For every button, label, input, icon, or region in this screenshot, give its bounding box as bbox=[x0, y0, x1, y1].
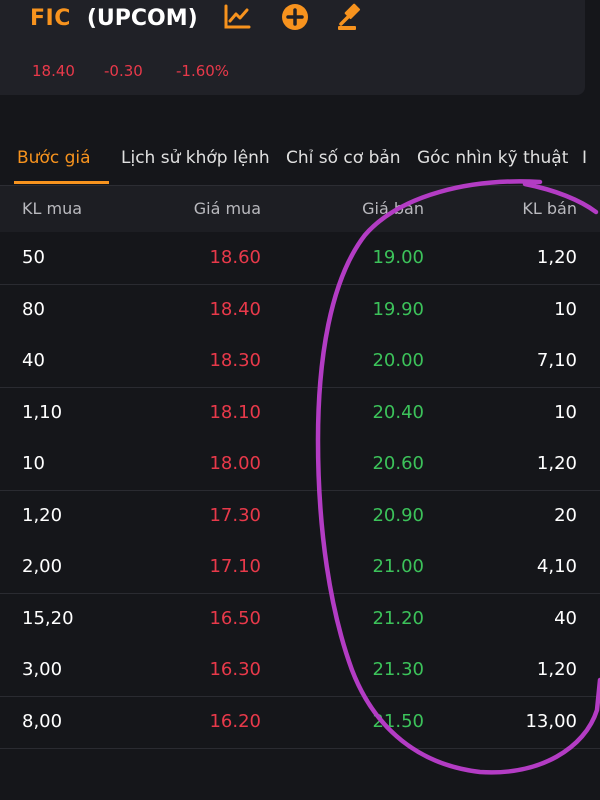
buy-volume: 2,00 bbox=[22, 556, 63, 577]
table-row[interactable]: 80 18.40 19.90 10 bbox=[0, 285, 600, 337]
buy-volume: 1,10 bbox=[22, 402, 63, 423]
sell-price: 20.60 bbox=[372, 453, 424, 474]
tab-lich-su-khop-lenh[interactable]: Lịch sử khớp lệnh bbox=[121, 148, 270, 168]
sell-price: 21.50 bbox=[372, 711, 424, 732]
buy-volume: 10 bbox=[22, 453, 45, 474]
buy-price: 18.10 bbox=[209, 402, 261, 423]
sell-volume: 1,20 bbox=[536, 247, 577, 268]
col-kl-ban: KL bán bbox=[522, 199, 577, 218]
buy-price: 18.30 bbox=[209, 350, 261, 371]
sell-price: 20.40 bbox=[372, 402, 424, 423]
table-row[interactable]: 40 18.30 20.00 7,10 bbox=[0, 336, 600, 388]
buy-volume: 8,00 bbox=[22, 711, 63, 732]
table-row[interactable]: 1,10 18.10 20.40 10 bbox=[0, 388, 600, 440]
order-book-header: KL mua Giá mua Giá bán KL bán bbox=[0, 186, 600, 232]
active-tab-indicator bbox=[14, 181, 109, 184]
last-price: 18.40 bbox=[32, 62, 75, 80]
buy-volume: 40 bbox=[22, 350, 45, 371]
table-row[interactable]: 8,00 16.20 21.50 13,00 bbox=[0, 697, 600, 749]
sell-volume: 10 bbox=[554, 299, 577, 320]
table-row[interactable]: 2,00 17.10 21.00 4,10 bbox=[0, 542, 600, 594]
sell-price: 19.90 bbox=[372, 299, 424, 320]
table-row[interactable]: 50 18.60 19.00 1,20 bbox=[0, 233, 600, 285]
buy-volume: 3,00 bbox=[22, 659, 63, 680]
sell-volume: 10 bbox=[554, 402, 577, 423]
price-change-percent: -1.60% bbox=[176, 62, 230, 80]
sell-volume: 4,10 bbox=[536, 556, 577, 577]
tab-bar: Bước giá Lịch sử khớp lệnh Chỉ số cơ bản… bbox=[0, 140, 600, 186]
buy-price: 18.60 bbox=[209, 247, 261, 268]
plus-circle-icon[interactable] bbox=[280, 2, 310, 32]
price-stats: 18.40 -0.30 -1.60% bbox=[32, 62, 229, 80]
tab-chi-so-co-ban[interactable]: Chỉ số cơ bản bbox=[286, 148, 401, 168]
table-row[interactable]: 1,20 17.30 20.90 20 bbox=[0, 491, 600, 543]
sell-volume: 20 bbox=[554, 505, 577, 526]
buy-price: 18.00 bbox=[209, 453, 261, 474]
buy-price: 16.30 bbox=[209, 659, 261, 680]
sell-volume: 1,20 bbox=[536, 453, 577, 474]
sell-price: 20.90 bbox=[372, 505, 424, 526]
buy-price: 17.30 bbox=[209, 505, 261, 526]
buy-volume: 80 bbox=[22, 299, 45, 320]
buy-volume: 50 bbox=[22, 247, 45, 268]
sell-volume: 40 bbox=[554, 608, 577, 629]
stock-header-card: FIC (UPCOM) 18.40 -0.30 -1.60% bbox=[0, 0, 585, 95]
buy-volume: 15,20 bbox=[22, 608, 74, 629]
sell-price: 21.00 bbox=[372, 556, 424, 577]
buy-volume: 1,20 bbox=[22, 505, 63, 526]
sell-volume: 13,00 bbox=[525, 711, 577, 732]
sell-volume: 7,10 bbox=[536, 350, 577, 371]
col-kl-mua: KL mua bbox=[22, 199, 83, 218]
exchange-label: (UPCOM) bbox=[86, 5, 198, 31]
table-row[interactable]: 3,00 16.30 21.30 1,20 bbox=[0, 645, 600, 697]
buy-price: 16.20 bbox=[209, 711, 261, 732]
col-gia-ban: Giá bán bbox=[362, 199, 424, 218]
auction-hammer-icon[interactable] bbox=[335, 2, 365, 32]
chart-line-icon[interactable] bbox=[222, 2, 252, 32]
table-row[interactable]: 10 18.00 20.60 1,20 bbox=[0, 439, 600, 491]
sell-price: 20.00 bbox=[372, 350, 424, 371]
buy-price: 18.40 bbox=[209, 299, 261, 320]
table-row[interactable]: 15,20 16.50 21.20 40 bbox=[0, 594, 600, 646]
tab-more[interactable]: I bbox=[582, 148, 587, 168]
buy-price: 16.50 bbox=[209, 608, 261, 629]
ticker-symbol: FIC bbox=[30, 5, 71, 31]
tab-goc-nhin-ky-thuat[interactable]: Góc nhìn kỹ thuật bbox=[417, 148, 568, 168]
price-change: -0.30 bbox=[104, 62, 143, 80]
ticker-row: FIC (UPCOM) bbox=[30, 3, 198, 33]
sell-price: 21.20 bbox=[372, 608, 424, 629]
sell-volume: 1,20 bbox=[536, 659, 577, 680]
buy-price: 17.10 bbox=[209, 556, 261, 577]
sell-price: 19.00 bbox=[372, 247, 424, 268]
tab-buoc-gia[interactable]: Bước giá bbox=[17, 148, 91, 168]
col-gia-mua: Giá mua bbox=[193, 199, 261, 218]
sell-price: 21.30 bbox=[372, 659, 424, 680]
